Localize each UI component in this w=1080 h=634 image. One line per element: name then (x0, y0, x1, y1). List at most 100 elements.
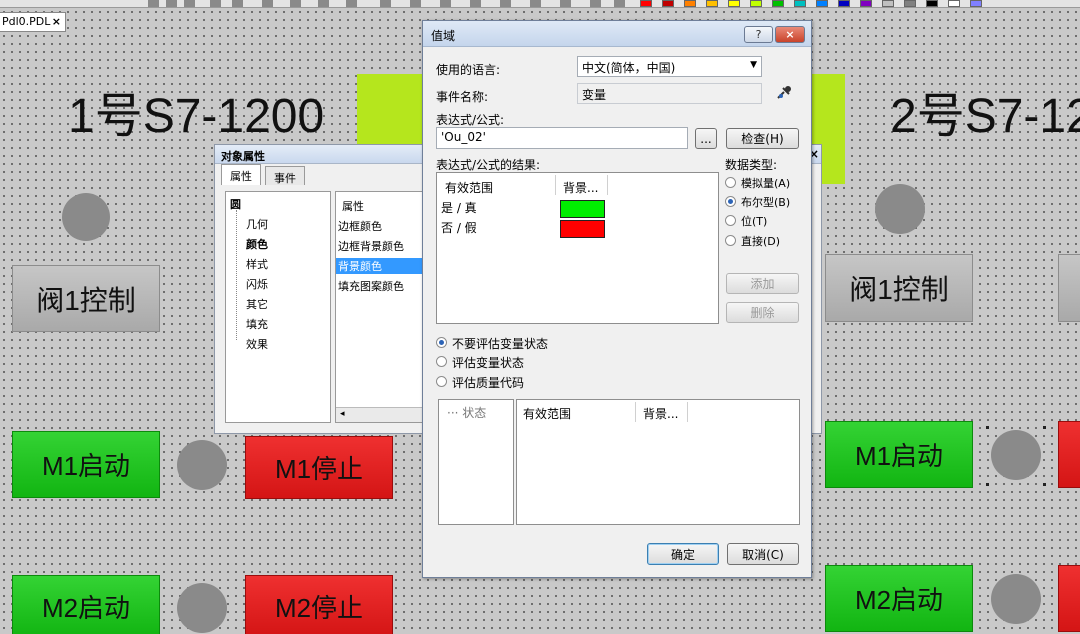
toolbar-tool-icon[interactable] (440, 0, 451, 7)
help-button[interactable]: ? (744, 26, 773, 43)
m2-indicator-lamp[interactable] (991, 574, 1041, 624)
m2-indicator-lamp[interactable] (177, 583, 227, 633)
toolbar-tool-icon[interactable] (614, 0, 625, 7)
toolbar-tool-icon[interactable] (148, 0, 159, 7)
radio-no-eval[interactable] (436, 337, 447, 348)
toolbar-tool-icon[interactable] (210, 0, 221, 7)
m1-start-button[interactable]: M1启动 (825, 421, 973, 488)
attribute-item[interactable]: 边框背景颜色 (338, 238, 404, 254)
browse-button[interactable]: ... (695, 128, 717, 149)
toolbar-tool-icon[interactable] (290, 0, 301, 7)
palette-color-swatch[interactable] (816, 0, 828, 7)
toolbar-tool-icon[interactable] (346, 0, 357, 7)
toolbar-tool-icon[interactable] (166, 0, 177, 7)
palette-color-swatch[interactable] (970, 0, 982, 7)
palette-color-swatch[interactable] (706, 0, 718, 7)
palette-color-swatch[interactable] (640, 0, 652, 7)
status-tree-item[interactable]: ··· 状态 (447, 404, 486, 421)
results-row-false-label[interactable]: 否 / 假 (441, 219, 477, 236)
m1-stop-button[interactable] (1058, 421, 1080, 488)
true-color-swatch[interactable] (560, 200, 605, 218)
close-button[interactable]: × (775, 26, 805, 43)
toolbar-tool-icon[interactable] (232, 0, 243, 7)
m2-start-button[interactable]: M2启动 (825, 565, 973, 632)
radio-direct-label[interactable]: 直接(D) (741, 233, 780, 249)
palette-color-swatch[interactable] (926, 0, 938, 7)
toolbar-tool-icon[interactable] (530, 0, 541, 7)
toolbar-tool-icon[interactable] (560, 0, 571, 7)
tree-item-style[interactable]: 样式 (246, 256, 268, 272)
radio-bit[interactable] (725, 215, 736, 226)
tree-item-misc[interactable]: 其它 (246, 296, 268, 312)
m1-indicator-lamp[interactable] (991, 430, 1041, 480)
radio-eval-quality[interactable] (436, 376, 447, 387)
m1-start-button[interactable]: M1启动 (12, 431, 160, 498)
palette-color-swatch[interactable] (948, 0, 960, 7)
check-button[interactable]: 检查(H) (726, 128, 799, 149)
palette-color-swatch[interactable] (728, 0, 740, 7)
radio-eval-status[interactable] (436, 356, 447, 367)
selection-handle[interactable] (986, 426, 989, 429)
indicator-lamp[interactable] (62, 193, 110, 241)
m2-stop-button[interactable]: M2停止 (245, 575, 393, 634)
toolbar-tool-icon[interactable] (500, 0, 511, 7)
cancel-button[interactable]: 取消(C) (727, 543, 799, 565)
delete-button[interactable]: 删除 (726, 302, 799, 323)
tab-properties[interactable]: 属性 (221, 164, 261, 185)
radio-analog-label[interactable]: 模拟量(A) (741, 175, 790, 191)
radio-direct[interactable] (725, 235, 736, 246)
toolbar-tool-icon[interactable] (318, 0, 329, 7)
attribute-item-selected[interactable]: 背景颜色 (336, 258, 422, 274)
palette-color-swatch[interactable] (794, 0, 806, 7)
horizontal-scrollbar[interactable]: ◂ (336, 407, 422, 422)
results-row-true-label[interactable]: 是 / 真 (441, 199, 477, 216)
document-tab[interactable]: Pdl0.PDL × (0, 12, 66, 32)
radio-no-eval-label[interactable]: 不要评估变量状态 (452, 335, 548, 352)
variable-connect-icon[interactable] (775, 83, 795, 103)
toolbar-tool-icon[interactable] (380, 0, 391, 7)
m2-stop-button[interactable] (1058, 565, 1080, 632)
selection-handle[interactable] (1043, 426, 1046, 429)
tree-item-geometry[interactable]: 几何 (246, 216, 268, 232)
m2-start-button[interactable]: M2启动 (12, 575, 160, 634)
palette-color-swatch[interactable] (838, 0, 850, 7)
add-button[interactable]: 添加 (726, 273, 799, 294)
false-color-swatch[interactable] (560, 220, 605, 238)
toolbar-tool-icon[interactable] (262, 0, 273, 7)
valve-control-button[interactable]: 阀1控制 (825, 254, 973, 322)
palette-color-swatch[interactable] (860, 0, 872, 7)
toolbar-tool-icon[interactable] (590, 0, 601, 7)
palette-color-swatch[interactable] (662, 0, 674, 7)
attribute-item[interactable]: 边框颜色 (338, 218, 382, 234)
radio-boolean[interactable] (725, 196, 736, 207)
valve-control-button[interactable] (1058, 254, 1080, 322)
radio-eval-status-label[interactable]: 评估变量状态 (452, 354, 524, 371)
scroll-left-icon[interactable]: ◂ (340, 409, 345, 419)
radio-eval-quality-label[interactable]: 评估质量代码 (452, 374, 524, 391)
radio-analog[interactable] (725, 177, 736, 188)
tree-item-fill[interactable]: 填充 (246, 316, 268, 332)
selection-handle[interactable] (1043, 483, 1046, 486)
m1-stop-button[interactable]: M1停止 (245, 436, 393, 499)
indicator-lamp[interactable] (875, 184, 925, 234)
valve-control-button[interactable]: 阀1控制 (12, 265, 160, 332)
tree-item-color[interactable]: 颜色 (246, 236, 268, 252)
toolbar-tool-icon[interactable] (410, 0, 421, 7)
toolbar-tool-icon[interactable] (470, 0, 481, 7)
radio-bit-label[interactable]: 位(T) (741, 213, 767, 229)
attribute-item[interactable]: 填充图案颜色 (338, 278, 404, 294)
tab-close-icon[interactable]: × (52, 13, 61, 31)
dialog-titlebar[interactable]: 值域 ? × (423, 21, 811, 47)
palette-color-swatch[interactable] (882, 0, 894, 7)
toolbar-tool-icon[interactable] (184, 0, 195, 7)
palette-color-swatch[interactable] (684, 0, 696, 7)
tree-item-effects[interactable]: 效果 (246, 336, 268, 352)
ok-button[interactable]: 确定 (647, 543, 719, 565)
language-select[interactable]: 中文(简体，中国) ▼ (577, 56, 762, 77)
tab-events[interactable]: 事件 (265, 166, 305, 185)
selection-handle[interactable] (986, 483, 989, 486)
expression-input[interactable]: 'Ou_02' (436, 127, 688, 149)
status-block[interactable] (357, 74, 423, 146)
m1-indicator-lamp[interactable] (177, 440, 227, 490)
tree-item-flashing[interactable]: 闪烁 (246, 276, 268, 292)
